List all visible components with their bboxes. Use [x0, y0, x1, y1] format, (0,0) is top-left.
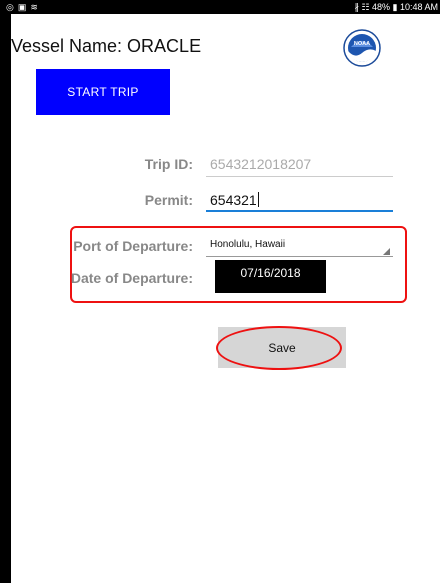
start-trip-button[interactable]: START TRIP	[36, 69, 170, 115]
date-of-departure-label: Date of Departure:	[70, 270, 193, 286]
logo-text: NOAA	[354, 41, 370, 47]
permit-focus-underline	[206, 210, 393, 212]
noaa-logo-icon: NOAA	[343, 29, 381, 67]
permit-field[interactable]: 654321	[210, 192, 259, 208]
status-bar: ◎ ▣ ≋ ∦ ☷ 48% ▮ 10:48 AM	[0, 0, 440, 14]
app-screen: Vessel Name: ORACLE NOAA START TRIP Trip…	[11, 14, 440, 583]
trip-id-label: Trip ID:	[144, 156, 193, 172]
trip-id-underline	[206, 176, 393, 177]
port-of-departure-dropdown[interactable]: Honolulu, Hawaii	[210, 239, 285, 250]
device-frame: ◎ ▣ ≋ ∦ ☷ 48% ▮ 10:48 AM Vessel Name: OR…	[0, 0, 440, 583]
dropdown-arrow-icon[interactable]	[383, 248, 390, 255]
text-cursor	[257, 192, 259, 207]
status-icons-left: ◎ ▣ ≋	[6, 2, 38, 13]
port-of-departure-label: Port of Departure:	[73, 238, 193, 254]
save-button[interactable]: Save	[218, 327, 346, 368]
vessel-name-title: Vessel Name: ORACLE	[11, 36, 202, 56]
trip-id-field[interactable]: 6543212018207	[210, 156, 311, 172]
permit-value: 654321	[210, 192, 257, 208]
date-of-departure-field[interactable]: 07/16/2018	[215, 260, 326, 293]
status-right-text: ∦ ☷ 48% ▮ 10:48 AM	[354, 2, 438, 12]
permit-label: Permit:	[144, 192, 193, 208]
settings-icon: ◎	[6, 2, 14, 12]
wifi-icon: ≋	[30, 2, 38, 12]
port-dropdown-underline	[206, 256, 393, 257]
image-icon: ▣	[17, 2, 27, 12]
